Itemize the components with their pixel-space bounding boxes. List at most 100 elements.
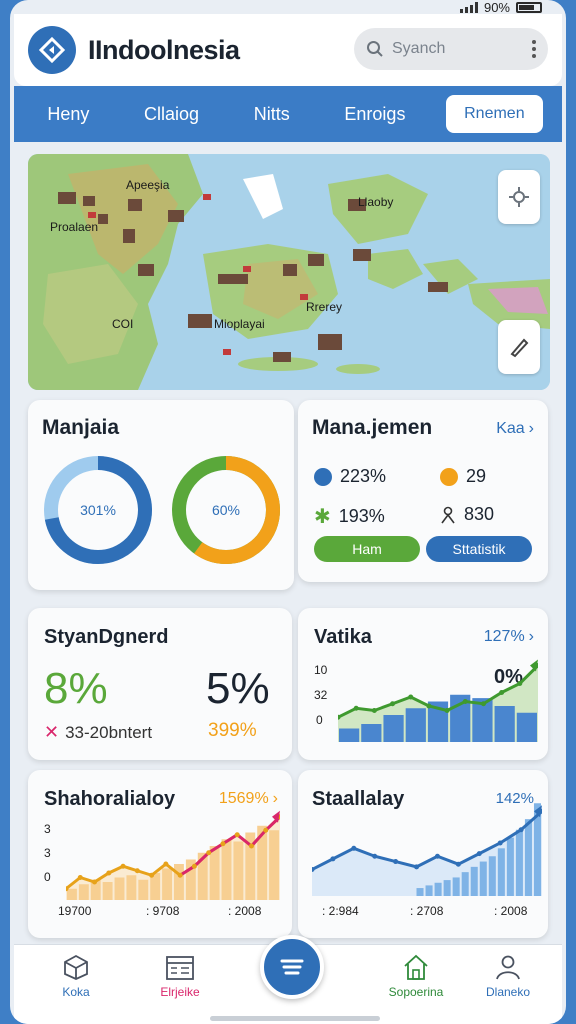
management-title: Mana.jemen: [312, 416, 433, 439]
stat-star: ✱ 193%: [314, 504, 385, 529]
locate-button[interactable]: [498, 170, 540, 224]
blue-dot-icon: [314, 467, 332, 486]
styan-card: StyanDgnerd 8% 5% ✕ 33-20bntert 399%: [28, 608, 292, 760]
map-view[interactable]: Apeeşia Proalaen Llaoby Rrerey COI Miopl…: [28, 154, 550, 390]
chart-bar: [488, 856, 496, 896]
tab-heny[interactable]: Heny: [33, 94, 103, 135]
shahor-card: Shahoralialoy 1569% › 3 3 0 19700 : 9708…: [28, 770, 292, 938]
chart-point: [177, 872, 183, 878]
chart-point: [220, 841, 226, 847]
donut2-label: 60%: [212, 502, 240, 518]
ham-button[interactable]: Ham: [314, 536, 420, 562]
app-logo-icon[interactable]: [28, 26, 76, 74]
search-bar[interactable]: Syanch: [354, 28, 548, 70]
chart-bar: [383, 715, 404, 742]
calendar-icon: [166, 956, 194, 980]
app-frame: 90% IIndoolnesia Syanch Heny Cllaiog Nit…: [10, 0, 566, 1024]
chart-point: [462, 699, 468, 704]
chart-bar: [405, 708, 426, 742]
map-label-proalaen: Proalaen: [50, 220, 99, 234]
vatika-chart: [338, 659, 538, 742]
shahor-ytick-2: 0: [44, 870, 51, 884]
map-canvas: [28, 154, 550, 390]
shahor-ytick-0: 3: [44, 822, 51, 836]
stat-person: 830: [440, 504, 494, 525]
chart-bar: [162, 868, 172, 900]
stallalay-card: Staallalay 142% : 2:984 : 2708 : 2008: [298, 770, 548, 938]
chart-point: [191, 863, 197, 869]
stallalay-chart: [312, 803, 542, 896]
tab-nitts[interactable]: Nitts: [240, 94, 304, 135]
styan-sub-left-label: 33-20bntert: [65, 722, 153, 742]
vatika-link-label: 127%: [483, 628, 525, 645]
bottom-nav-dlaneko[interactable]: Dlaneko: [460, 953, 556, 999]
donut1-label: 301%: [80, 502, 116, 518]
chart-point: [353, 705, 359, 711]
bottom-nav-koka[interactable]: Koka: [28, 953, 124, 999]
shahor-link[interactable]: 1569% ›: [219, 790, 278, 808]
search-icon: [367, 41, 383, 57]
chart-point: [106, 870, 112, 876]
main-nav: Heny Cllaiog Nitts Enroigs Rnemen: [14, 86, 562, 142]
chart-bar: [174, 864, 184, 900]
vatika-link[interactable]: 127% ›: [484, 628, 534, 646]
bottom-nav-sopoerina[interactable]: Sopoerina: [368, 953, 464, 999]
search-input[interactable]: Syanch: [392, 40, 532, 58]
map-label-llaoby: Llaoby: [358, 195, 394, 209]
menu-fab-button[interactable]: [260, 935, 324, 999]
chart-point: [77, 875, 83, 880]
chart-point: [476, 851, 482, 857]
bottom-nav-elrjeike[interactable]: Elrjeike: [132, 953, 228, 999]
orange-dot-icon: [440, 467, 458, 486]
manjaia-card: Manjaia 301% 60%: [28, 400, 294, 590]
chart-point: [393, 859, 399, 865]
tab-enroigs[interactable]: Enroigs: [330, 94, 419, 135]
chart-bar: [138, 879, 149, 900]
chart-bar: [479, 861, 487, 896]
chart-point: [234, 832, 240, 838]
stat-person-value: 830: [464, 504, 495, 524]
chart-point: [426, 703, 432, 709]
user-icon: [496, 955, 520, 980]
chart-bar: [233, 841, 244, 900]
chart-bar: [516, 712, 537, 742]
pencil-icon: [510, 338, 529, 358]
chart-bar: [470, 866, 478, 896]
chart-point: [263, 827, 269, 833]
app-title: IIndoolnesia: [88, 34, 240, 65]
shahor-xtick-2: : 2008: [228, 904, 262, 918]
chart-point: [497, 840, 503, 846]
chart-point: [414, 864, 420, 870]
chart-bar: [221, 839, 232, 900]
chart-point: [372, 853, 378, 859]
tab-rnemen[interactable]: Rnemen: [446, 95, 543, 133]
styan-value-left: 8%: [44, 664, 108, 713]
management-link[interactable]: Kaa ›: [496, 420, 534, 438]
bottom-nav-dlaneko-label: Dlaneko: [485, 985, 531, 999]
tab-cllaiog[interactable]: Cllaiog: [130, 94, 213, 135]
status-bar: 90%: [459, 0, 542, 15]
statistik-button[interactable]: Sttatistik: [426, 536, 532, 562]
bottom-nav-sopoerina-label: Sopoerina: [388, 985, 444, 999]
person-icon: [441, 506, 455, 523]
stallalay-xtick-2: : 2008: [494, 904, 528, 918]
stat-blue-value: 223%: [340, 466, 387, 486]
management-card: Mana.jemen Kaa › 223% 29 ✱ 193% 830 Ham …: [298, 400, 548, 582]
chart-point: [499, 690, 505, 695]
manjaia-title: Manjaia: [42, 416, 120, 439]
chart-bar: [515, 829, 523, 896]
chart-bar: [443, 880, 451, 896]
signal-icon: [459, 1, 478, 13]
chart-bar: [114, 877, 125, 900]
chart-point: [480, 701, 486, 707]
map-label-apeesia: Apeeşia: [126, 178, 170, 192]
chart-point: [92, 879, 98, 885]
draw-tool-button[interactable]: [498, 320, 540, 374]
chart-point: [134, 868, 140, 874]
stat-blue: 223%: [314, 466, 386, 487]
more-options-icon[interactable]: [532, 40, 536, 58]
bottom-nav-elrjeike-label: Elrjeike: [160, 985, 200, 999]
home-icon: [404, 954, 428, 980]
donut-chart-1: 301%: [44, 456, 152, 564]
cube-icon: [64, 954, 88, 980]
